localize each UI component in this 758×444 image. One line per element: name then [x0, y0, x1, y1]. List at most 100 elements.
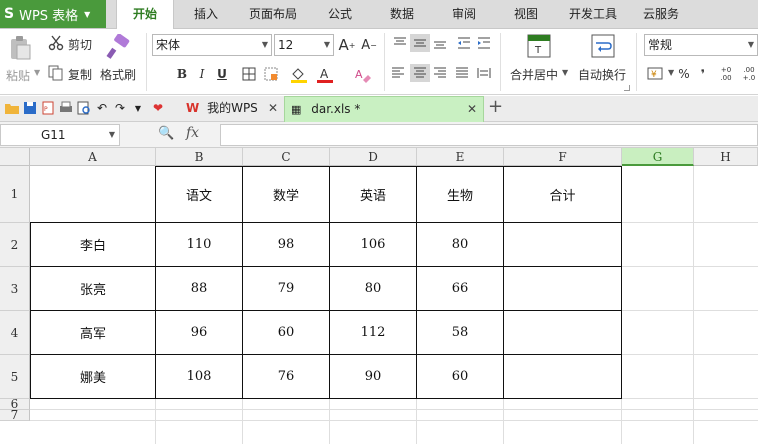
cell-a3[interactable]: 张亮: [30, 267, 156, 311]
cell-d2[interactable]: 106: [330, 223, 417, 267]
column-header-d[interactable]: D: [330, 148, 417, 166]
select-all-corner[interactable]: [0, 148, 30, 166]
customize-dropdown-icon[interactable]: ▼: [130, 100, 146, 116]
column-header-a[interactable]: A: [30, 148, 156, 166]
formula-input[interactable]: [220, 124, 758, 146]
cell-b3[interactable]: 88: [156, 267, 243, 311]
cell-f5[interactable]: [504, 355, 622, 399]
cell-a5[interactable]: 娜美: [30, 355, 156, 399]
distribute-icon[interactable]: [476, 66, 492, 80]
cell-e5[interactable]: 60: [417, 355, 504, 399]
italic-icon[interactable]: I: [194, 64, 210, 84]
bold-icon[interactable]: B: [174, 64, 190, 84]
group-launcher-icon[interactable]: [624, 85, 630, 91]
cell-d4[interactable]: 112: [330, 311, 417, 355]
copy-button[interactable]: 复制: [68, 66, 92, 83]
number-format-select[interactable]: 常规 ▼: [644, 34, 758, 56]
zoom-search-icon[interactable]: 🔍: [158, 126, 174, 141]
cell-b4[interactable]: 96: [156, 311, 243, 355]
open-folder-icon[interactable]: [4, 100, 20, 116]
comma-button[interactable]: ❜: [696, 64, 710, 84]
column-header-b[interactable]: B: [156, 148, 243, 166]
clear-format-icon[interactable]: A: [352, 64, 374, 86]
row-header-3[interactable]: 3: [0, 267, 30, 311]
cell-d1[interactable]: 英语: [330, 166, 417, 223]
column-header-f[interactable]: F: [504, 148, 622, 166]
export-pdf-icon[interactable]: P: [40, 100, 56, 116]
align-bottom-icon[interactable]: [432, 36, 448, 50]
indent-decrease-icon[interactable]: [456, 36, 472, 50]
row-header-1[interactable]: 1: [0, 166, 30, 223]
indent-increase-icon[interactable]: [476, 36, 492, 50]
align-middle-icon[interactable]: [410, 34, 430, 52]
column-header-h[interactable]: H: [694, 148, 758, 166]
cell-c4[interactable]: 60: [243, 311, 330, 355]
cell-a4[interactable]: 高军: [30, 311, 156, 355]
cell-b2[interactable]: 110: [156, 223, 243, 267]
tab-data[interactable]: 数据: [376, 0, 428, 29]
tab-start[interactable]: 开始: [116, 0, 174, 30]
function-button[interactable]: fx: [186, 125, 199, 141]
tab-developer[interactable]: 开发工具: [560, 0, 626, 29]
undo-icon[interactable]: ↶: [94, 100, 110, 116]
tab-formula[interactable]: 公式: [314, 0, 366, 29]
new-tab-button[interactable]: +: [488, 96, 506, 122]
paste-button[interactable]: 粘贴: [6, 67, 30, 84]
paste-dropdown-icon[interactable]: ▼: [34, 68, 40, 77]
percent-button[interactable]: %: [676, 64, 692, 84]
cell-f3[interactable]: [504, 267, 622, 311]
align-center-icon[interactable]: [410, 64, 430, 82]
font-size-select[interactable]: 12 ▼: [274, 34, 334, 56]
cell-b5[interactable]: 108: [156, 355, 243, 399]
align-top-icon[interactable]: [392, 36, 408, 50]
print-icon[interactable]: [58, 100, 74, 116]
cell-style-icon[interactable]: [262, 65, 280, 83]
cell-b1[interactable]: 语文: [156, 166, 243, 223]
tab-page-layout[interactable]: 页面布局: [240, 0, 306, 29]
paste-icon[interactable]: [6, 34, 34, 62]
row-header-2[interactable]: 2: [0, 223, 30, 267]
underline-icon[interactable]: U: [214, 64, 230, 84]
cell-d3[interactable]: 80: [330, 267, 417, 311]
cell-c1[interactable]: 数学: [243, 166, 330, 223]
column-header-e[interactable]: E: [417, 148, 504, 166]
cell-e4[interactable]: 58: [417, 311, 504, 355]
cell-e2[interactable]: 80: [417, 223, 504, 267]
border-icon[interactable]: [240, 65, 258, 83]
justify-icon[interactable]: [454, 66, 470, 80]
font-name-select[interactable]: 宋体 ▼: [152, 34, 272, 56]
row-header-5[interactable]: 5: [0, 355, 30, 399]
chevron-down-icon[interactable]: ▼: [668, 68, 674, 77]
doc-tab-file[interactable]: ▦ dar.xls * ✕: [284, 96, 484, 122]
tab-cloud[interactable]: 云服务: [634, 0, 688, 29]
tab-insert[interactable]: 插入: [180, 0, 232, 29]
close-icon[interactable]: ✕: [467, 97, 477, 121]
font-shrink-icon[interactable]: A −: [360, 35, 378, 55]
row-header-7[interactable]: 7: [0, 408, 30, 422]
cell-f4[interactable]: [504, 311, 622, 355]
cut-button[interactable]: 剪切: [68, 36, 92, 53]
fill-color-icon[interactable]: [288, 64, 310, 86]
cell-d5[interactable]: 90: [330, 355, 417, 399]
font-grow-icon[interactable]: A +: [338, 35, 356, 55]
close-icon[interactable]: ✕: [268, 96, 278, 120]
cell-a1[interactable]: [30, 166, 156, 223]
merge-center-button[interactable]: 合并居中: [510, 66, 558, 83]
font-color-icon[interactable]: A: [314, 64, 336, 86]
cell-e3[interactable]: 66: [417, 267, 504, 311]
doc-tab-home[interactable]: W 我的WPS ✕: [170, 96, 280, 122]
print-preview-icon[interactable]: [76, 100, 92, 116]
cell-c5[interactable]: 76: [243, 355, 330, 399]
cell-c3[interactable]: 79: [243, 267, 330, 311]
cell-f1[interactable]: 合计: [504, 166, 622, 223]
align-right-icon[interactable]: [432, 66, 448, 80]
column-header-g[interactable]: G: [622, 148, 694, 166]
chevron-down-icon[interactable]: ▼: [562, 68, 568, 77]
redo-icon[interactable]: ↷: [112, 100, 128, 116]
cell-e1[interactable]: 生物: [417, 166, 504, 223]
format-painter-button[interactable]: 格式刷: [100, 66, 136, 83]
decrease-decimal-icon[interactable]: .00 +.0: [740, 62, 758, 86]
tab-view[interactable]: 视图: [500, 0, 552, 29]
row-header-4[interactable]: 4: [0, 311, 30, 355]
align-left-icon[interactable]: [390, 66, 406, 80]
